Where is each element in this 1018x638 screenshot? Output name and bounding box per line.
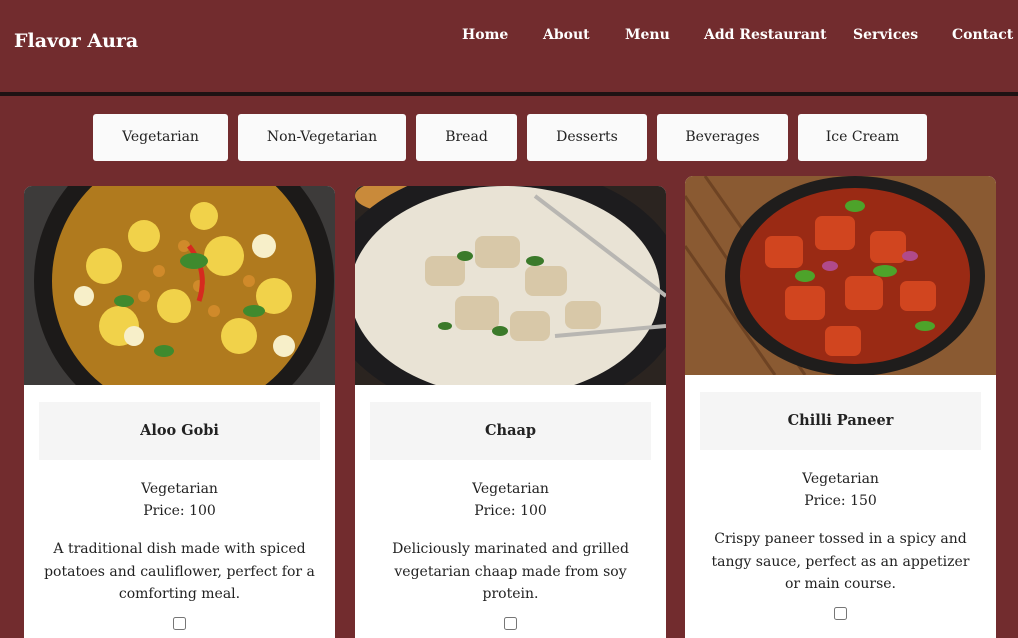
filter-bread-button[interactable]: Bread (416, 114, 517, 161)
food-title: Aloo Gobi (39, 402, 320, 460)
food-image-chilli-paneer (685, 176, 996, 375)
select-checkbox[interactable] (834, 606, 847, 620)
food-card[interactable]: Aloo Gobi Vegetarian Price: 100 A tradit… (24, 186, 335, 638)
filter-beverages-button[interactable]: Beverages (657, 114, 788, 161)
select-checkbox[interactable] (173, 616, 186, 630)
nav-add-restaurant[interactable]: Add Restaurant (704, 27, 827, 43)
food-description: A traditional dish made with spiced pota… (44, 541, 315, 602)
nav-home[interactable]: Home (462, 27, 508, 43)
nav-links: Home About Menu Add Restaurant Services … (0, 27, 1018, 47)
food-description: Crispy paneer tossed in a spicy and tang… (711, 531, 970, 592)
food-title: Chaap (370, 402, 651, 460)
food-card[interactable]: Chaap Vegetarian Price: 100 Deliciously … (355, 186, 666, 638)
filter-non-vegetarian-button[interactable]: Non-Vegetarian (238, 114, 406, 161)
food-description: Deliciously marinated and grilled vegeta… (392, 541, 629, 602)
food-price: Price: 150 (804, 493, 877, 509)
nav-services[interactable]: Services (853, 27, 918, 43)
navbar: Flavor Aura Home About Menu Add Restaura… (0, 0, 1018, 92)
category-filters: Vegetarian Non-Vegetarian Bread Desserts… (0, 114, 1018, 161)
nav-divider (0, 92, 1018, 96)
food-category: Vegetarian (472, 481, 549, 497)
nav-menu[interactable]: Menu (625, 27, 670, 43)
filter-ice-cream-button[interactable]: Ice Cream (798, 114, 927, 161)
filter-desserts-button[interactable]: Desserts (527, 114, 647, 161)
select-checkbox[interactable] (504, 616, 517, 630)
food-image-aloo-gobi (24, 186, 335, 385)
food-category: Vegetarian (141, 481, 218, 497)
food-title: Chilli Paneer (700, 392, 981, 450)
food-image-chaap (355, 186, 666, 385)
food-price: Price: 100 (474, 503, 547, 519)
nav-about[interactable]: About (543, 27, 590, 43)
food-price: Price: 100 (143, 503, 216, 519)
food-category: Vegetarian (802, 471, 879, 487)
food-card[interactable]: Chilli Paneer Vegetarian Price: 150 Cris… (685, 176, 996, 638)
filter-vegetarian-button[interactable]: Vegetarian (93, 114, 228, 161)
nav-contact[interactable]: Contact (952, 27, 1013, 43)
